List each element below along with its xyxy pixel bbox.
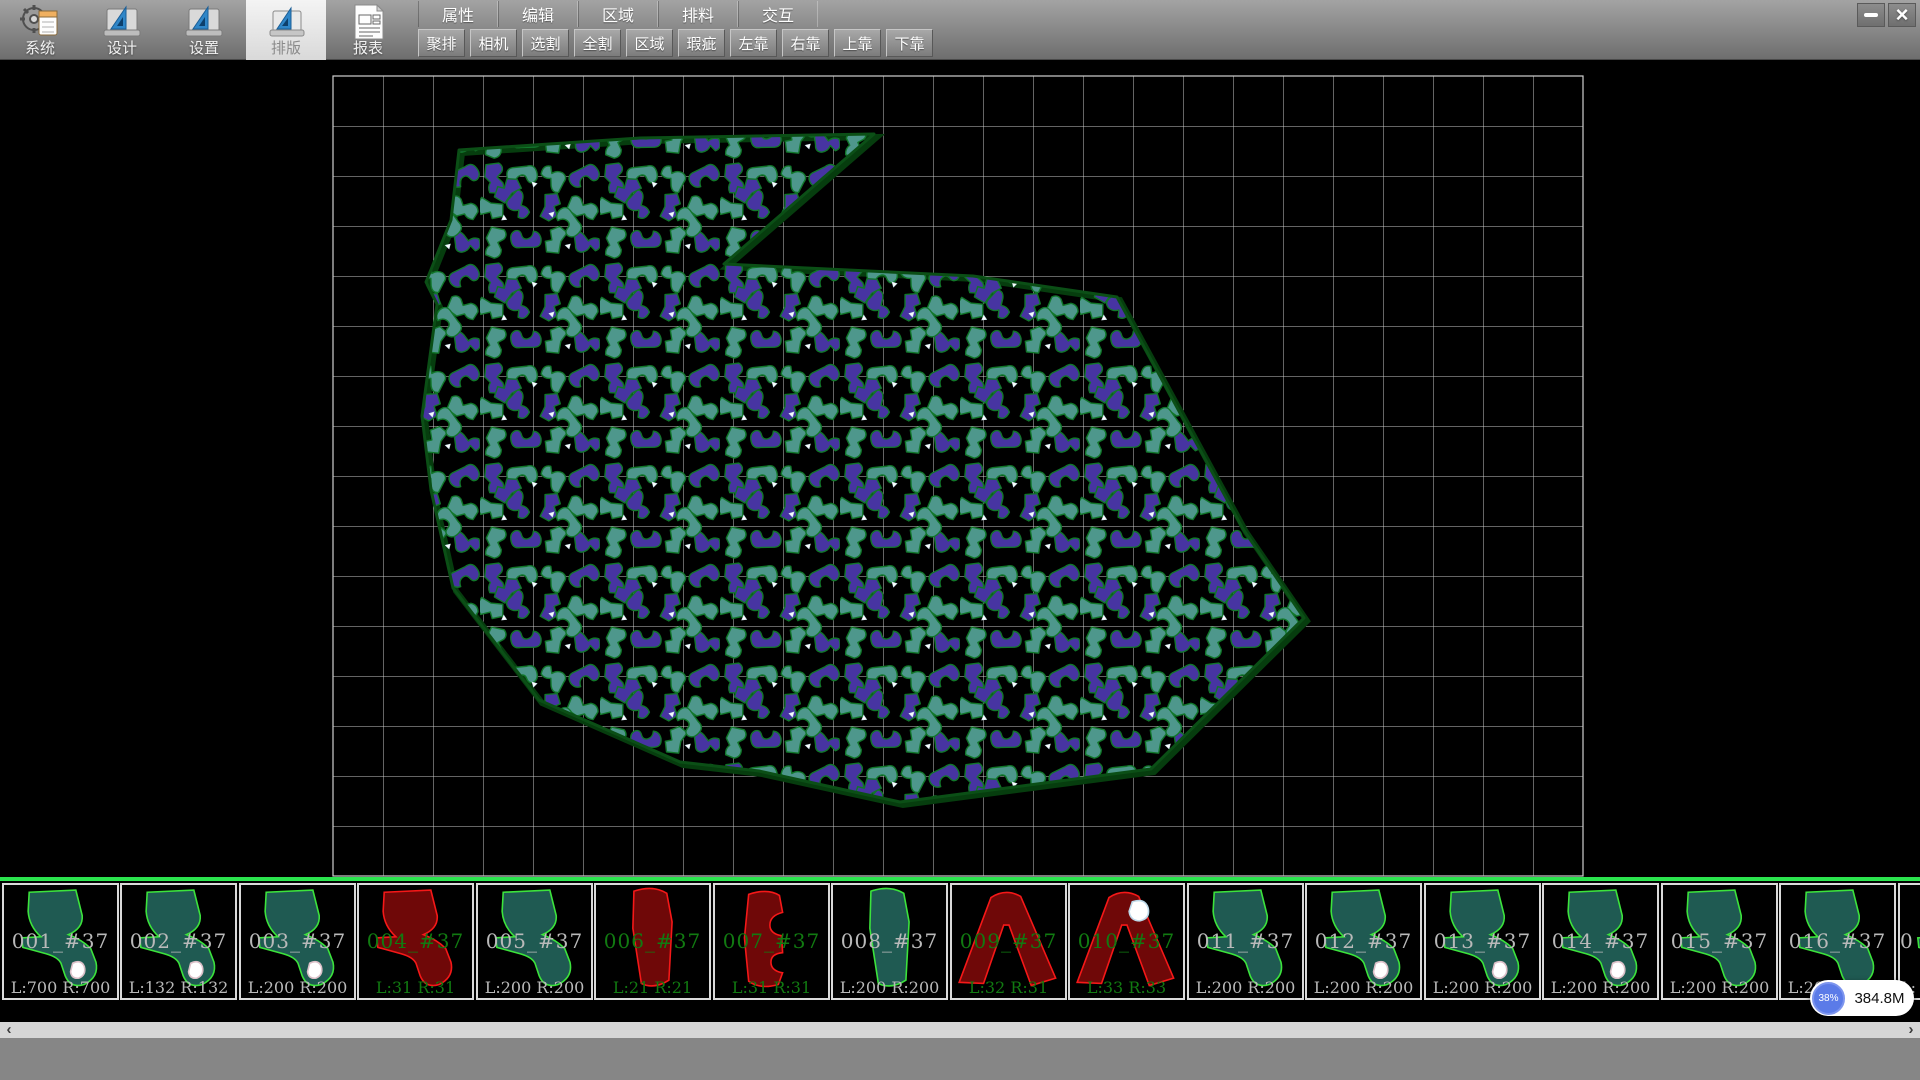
piece-name: 001_#37 — [4, 929, 117, 953]
tool-region[interactable]: 区域 — [626, 29, 673, 57]
thumbnail-007[interactable]: 007_#37 L:31 R:31 — [713, 883, 830, 1000]
piece-name: 015_#37 — [1663, 929, 1776, 953]
tool-select-cut[interactable]: 选割 — [522, 29, 569, 57]
thumbnail-005[interactable]: 005_#37 L:200 R:200 — [476, 883, 593, 1000]
mode-settings[interactable]: 设置 — [164, 0, 244, 60]
toolbar: 系统 设计 设置 排版 — [0, 0, 1920, 60]
piece-filmstrip: 001_#37 L:700 R:700 002_#37 L:132 R:132 … — [0, 877, 1920, 1022]
mode-report-label: 报表 — [328, 41, 408, 57]
piece-name: 012_#37 — [1307, 929, 1420, 953]
thumbnail-001[interactable]: 001_#37 L:700 R:700 — [2, 883, 119, 1000]
piece-size: L:200 R:200 — [1189, 978, 1302, 997]
piece-name: 008_#37 — [833, 929, 946, 953]
thumbnail-009[interactable]: 009_#37 L:32 R:31 — [950, 883, 1067, 1000]
tool-cluster-nest[interactable]: 聚排 — [418, 29, 465, 57]
canvas-svg — [0, 60, 1920, 877]
piece-name: 004_#37 — [359, 929, 472, 953]
window-controls: × — [1857, 3, 1916, 27]
piece-name: 007_#37 — [715, 929, 828, 953]
tool-align-right[interactable]: 右靠 — [782, 29, 829, 57]
filmstrip-scrollbar[interactable]: ‹ › — [0, 1022, 1920, 1038]
piece-size: L:200 R:200 — [478, 978, 591, 997]
piece-size: L:200 R:200 — [833, 978, 946, 997]
mode-system-label: 系统 — [0, 41, 80, 57]
tool-align-left[interactable]: 左靠 — [730, 29, 777, 57]
thumbnail-015[interactable]: 015_#37 L:200 R:200 — [1661, 883, 1778, 1000]
menu-edit[interactable]: 编辑 — [498, 1, 578, 27]
piece-size: L:200 R:200 — [1426, 978, 1539, 997]
thumbnail-013[interactable]: 013_#37 L:200 R:200 — [1424, 883, 1541, 1000]
piece-size: L:32 R:31 — [952, 978, 1065, 997]
menu-region[interactable]: 区域 — [578, 1, 658, 27]
thumbnail-003[interactable]: 003_#37 L:200 R:200 — [239, 883, 356, 1000]
piece-size: L:31 R:31 — [359, 978, 472, 997]
thumbnail-004[interactable]: 004_#37 L:31 R:31 — [357, 883, 474, 1000]
mode-layout-label: 排版 — [246, 41, 326, 57]
filmstrip-green-divider — [0, 877, 1920, 881]
tool-align-bottom[interactable]: 下靠 — [886, 29, 933, 57]
piece-size: L:200 R:200 — [241, 978, 354, 997]
piece-name: 010_#37 — [1070, 929, 1183, 953]
menu-interact[interactable]: 交互 — [738, 1, 818, 27]
thumbnail-008[interactable]: 008_#37 L:200 R:200 — [831, 883, 948, 1000]
piece-name: 011_#37 — [1189, 929, 1302, 953]
minimize-button[interactable] — [1857, 3, 1885, 27]
piece-name: 003_#37 — [241, 929, 354, 953]
mode-report[interactable]: 报表 — [328, 0, 408, 60]
memory-usage-value: 384.8M — [1845, 990, 1914, 1007]
piece-name: 006_#37 — [596, 929, 709, 953]
close-button[interactable]: × — [1888, 3, 1916, 27]
mode-design-label: 设计 — [82, 41, 162, 57]
settings-ruler-icon — [183, 3, 225, 41]
piece-size: L:200 R:200 — [1307, 978, 1420, 997]
report-document-icon — [347, 3, 389, 41]
tool-align-top[interactable]: 上靠 — [834, 29, 881, 57]
close-icon: × — [1896, 5, 1909, 25]
menu-properties[interactable]: 属性 — [418, 1, 498, 27]
thumbnail-014[interactable]: 014_#37 L:200 R:200 — [1542, 883, 1659, 1000]
mode-system[interactable]: 系统 — [0, 0, 80, 60]
tool-camera[interactable]: 相机 — [470, 29, 517, 57]
piece-name: 002_#37 — [122, 929, 235, 953]
piece-size: L:33 R:33 — [1070, 978, 1183, 997]
piece-name: 014_#37 — [1544, 929, 1657, 953]
piece-size: L:200 R:200 — [1663, 978, 1776, 997]
thumbnail-010[interactable]: 010_#37 L:33 R:33 — [1068, 883, 1185, 1000]
thumbnail-006[interactable]: 006_#37 L:21 R:21 — [594, 883, 711, 1000]
minimize-icon — [1864, 13, 1878, 17]
layout-ruler-icon — [265, 3, 307, 41]
scroll-left-icon[interactable]: ‹ — [0, 1022, 18, 1038]
piece-name: 016_#37 — [1781, 929, 1894, 953]
tool-defect[interactable]: 瑕疵 — [678, 29, 725, 57]
scroll-right-icon[interactable]: › — [1902, 1022, 1920, 1038]
menu-nesting[interactable]: 排料 — [658, 1, 738, 27]
piece-size: L:21 R:21 — [596, 978, 709, 997]
mode-design[interactable]: 设计 — [82, 0, 162, 60]
piece-size: L:200 R:200 — [1544, 978, 1657, 997]
tool-bar: 聚排 相机 选割 全割 区域 瑕疵 左靠 右靠 上靠 下靠 — [418, 29, 933, 58]
piece-name: 009_#37 — [952, 929, 1065, 953]
nesting-canvas[interactable] — [0, 60, 1920, 877]
usage-percent-badge: 38% — [1812, 982, 1845, 1015]
menu-bar: 属性 编辑 区域 排料 交互 — [418, 1, 818, 27]
piece-size: L:700 R:700 — [4, 978, 117, 997]
piece-size: L:31 R:31 — [715, 978, 828, 997]
tool-cut-all[interactable]: 全割 — [574, 29, 621, 57]
mode-settings-label: 设置 — [164, 41, 244, 57]
thumbnail-012[interactable]: 012_#37 L:200 R:200 — [1305, 883, 1422, 1000]
system-gear-icon — [19, 3, 61, 41]
piece-name: 013_#37 — [1426, 929, 1539, 953]
design-ruler-icon — [101, 3, 143, 41]
footer-bar — [0, 1038, 1920, 1080]
thumbnail-002[interactable]: 002_#37 L:132 R:132 — [120, 883, 237, 1000]
nesting-app-window: { "window": { "close_glyph": "×" }, "app… — [0, 0, 1920, 1080]
resource-usage-badge: 38% 384.8M — [1810, 980, 1914, 1016]
thumbnail-011[interactable]: 011_#37 L:200 R:200 — [1187, 883, 1304, 1000]
piece-size: L:132 R:132 — [122, 978, 235, 997]
piece-name: 005_#37 — [478, 929, 591, 953]
piece-name: 0 — [1900, 929, 1920, 953]
mode-layout-selected[interactable]: 排版 — [246, 0, 326, 60]
